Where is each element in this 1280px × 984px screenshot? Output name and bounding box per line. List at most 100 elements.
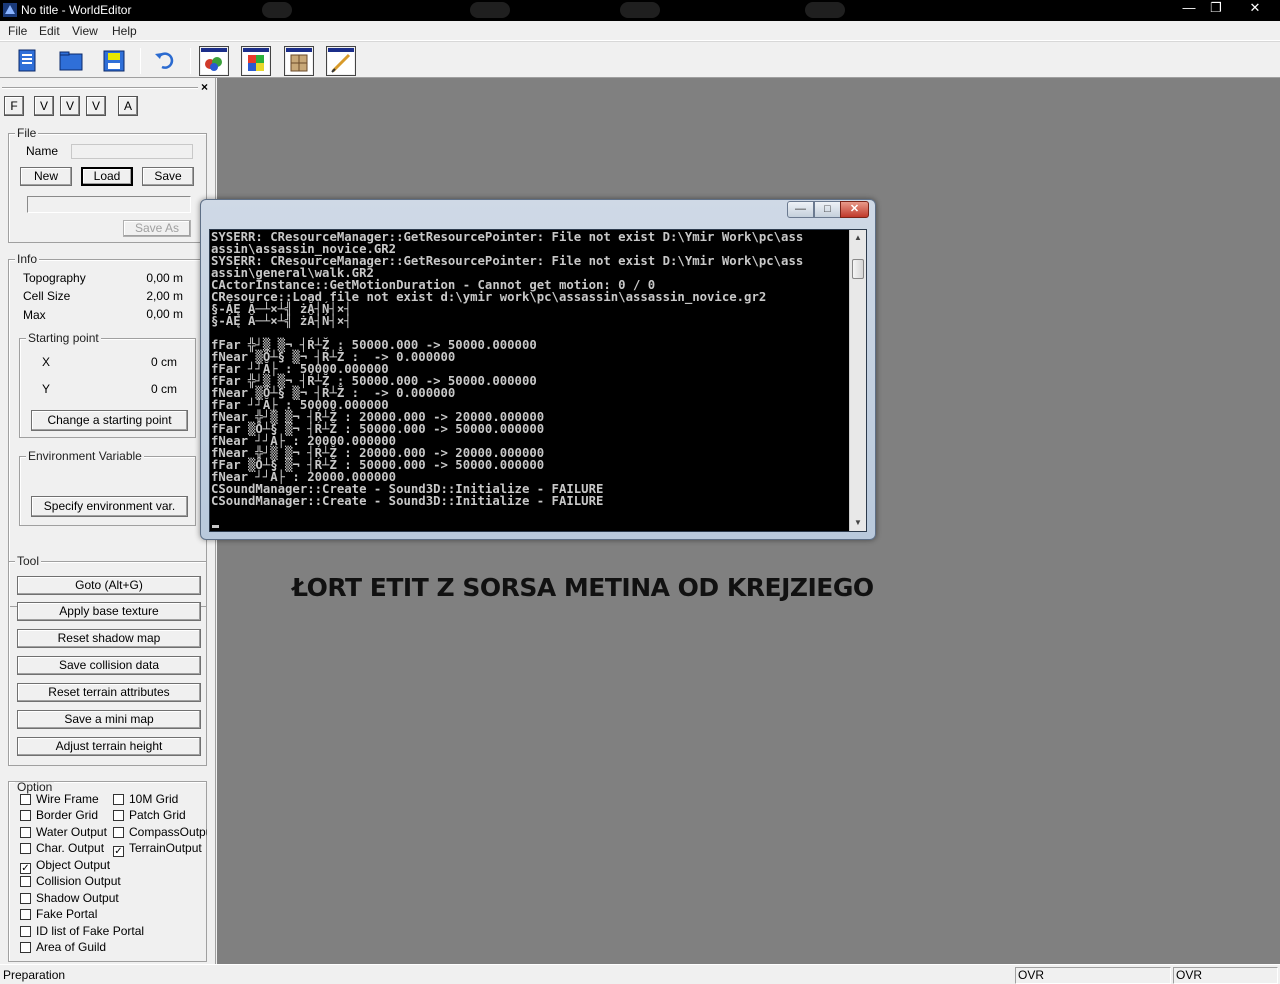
menu-help[interactable]: Help bbox=[112, 24, 137, 38]
restore-button[interactable]: ❐ bbox=[1203, 0, 1229, 18]
tool-group-title: Tool bbox=[15, 554, 42, 568]
mode-button-f[interactable]: F bbox=[4, 96, 24, 116]
fake-portal-checkbox[interactable]: Fake Portal bbox=[20, 907, 97, 921]
console-minimize-button[interactable]: — bbox=[787, 201, 814, 218]
reset-shadow-map-button[interactable]: Reset shadow map bbox=[17, 629, 201, 648]
console-window[interactable]: — □ ✕ SYSERR: CResourceManager::GetResou… bbox=[200, 199, 876, 540]
minimize-icon: — bbox=[1182, 0, 1196, 15]
char-output-checkbox[interactable]: Char. Output bbox=[20, 841, 104, 855]
save-collision-data-button[interactable]: Save collision data bbox=[17, 656, 201, 675]
area-of-guild-checkbox[interactable]: Area of Guild bbox=[20, 940, 106, 954]
status-pane-ovr-1: OVR bbox=[1015, 967, 1171, 984]
save-as-button[interactable]: Save As bbox=[123, 220, 191, 237]
save-disk-icon[interactable] bbox=[99, 46, 129, 76]
checkmark-icon: ✓ bbox=[113, 846, 124, 857]
status-pane-ovr-2: OVR bbox=[1173, 967, 1278, 984]
mode-button-v1[interactable]: V bbox=[34, 96, 54, 116]
checkbox-box bbox=[20, 876, 31, 887]
panel-gripper bbox=[2, 87, 198, 89]
console-output[interactable]: SYSERR: CResourceManager::GetResourcePoi… bbox=[209, 229, 867, 532]
restore-icon: ❐ bbox=[1210, 0, 1222, 15]
water-output-checkbox[interactable]: Water Output bbox=[20, 825, 107, 839]
console-maximize-button[interactable]: □ bbox=[814, 201, 841, 218]
scroll-down-icon[interactable]: ▼ bbox=[850, 515, 866, 531]
close-icon: ✕ bbox=[849, 203, 860, 215]
checkbox-box bbox=[20, 810, 31, 821]
scroll-thumb[interactable] bbox=[852, 259, 864, 279]
border-grid-checkbox[interactable]: Border Grid bbox=[20, 808, 98, 822]
console-close-button[interactable]: ✕ bbox=[840, 201, 869, 218]
menu-view[interactable]: View bbox=[72, 24, 98, 38]
adjust-terrain-height-button[interactable]: Adjust terrain height bbox=[17, 737, 201, 756]
topography-label: Topography bbox=[23, 271, 86, 285]
panel-close-icon[interactable]: × bbox=[201, 80, 208, 94]
new-button[interactable]: New bbox=[20, 167, 72, 186]
save-button[interactable]: Save bbox=[142, 167, 194, 186]
minimize-button[interactable]: — bbox=[1176, 0, 1202, 18]
new-document-icon[interactable] bbox=[12, 46, 42, 76]
fake-portal-id-list-checkbox[interactable]: ID list of Fake Portal bbox=[20, 924, 144, 938]
info-group-title: Info bbox=[15, 252, 40, 266]
app-icon bbox=[3, 3, 17, 17]
mode-button-v3[interactable]: V bbox=[86, 96, 106, 116]
mode-button-a[interactable]: A bbox=[118, 96, 138, 116]
name-label: Name bbox=[26, 144, 59, 158]
environment-variable-group: Environment Variable Specify environment… bbox=[19, 449, 196, 526]
apply-base-texture-button[interactable]: Apply base texture bbox=[17, 602, 201, 621]
save-mini-map-button[interactable]: Save a mini map bbox=[17, 710, 201, 729]
checkbox-box bbox=[20, 794, 31, 805]
start-x-value: 0 cm bbox=[150, 355, 177, 369]
patch-grid-checkbox[interactable]: Patch Grid bbox=[113, 808, 186, 822]
attribute-mode-icon[interactable] bbox=[284, 46, 314, 76]
environment-mode-icon[interactable] bbox=[326, 46, 356, 76]
titlebar-glow bbox=[620, 2, 660, 18]
10m-grid-checkbox[interactable]: 10M Grid bbox=[113, 792, 178, 806]
title-bar: No title - WorldEditor — ❐ ✕ bbox=[0, 0, 1280, 21]
shadow-output-checkbox[interactable]: Shadow Output bbox=[20, 891, 119, 905]
overlay-caption: ŁORT ETIT Z SORSA METINA OD KREJZIEGO bbox=[292, 573, 874, 602]
texture-mode-icon[interactable] bbox=[241, 46, 271, 76]
change-starting-point-button[interactable]: Change a starting point bbox=[31, 410, 188, 431]
status-bar: Preparation OVR OVR bbox=[0, 964, 1280, 984]
file-path-field[interactable] bbox=[27, 196, 191, 213]
close-icon: ✕ bbox=[1249, 0, 1261, 15]
checkbox-box bbox=[20, 942, 31, 953]
menu-file[interactable]: File bbox=[8, 24, 27, 38]
toolbar-separator bbox=[190, 48, 191, 74]
minimize-icon: — bbox=[795, 203, 806, 215]
menu-edit[interactable]: Edit bbox=[39, 24, 60, 38]
object-output-checkbox[interactable]: ✓ Object Output bbox=[20, 858, 110, 874]
status-text: Preparation bbox=[3, 968, 66, 982]
load-button[interactable]: Load bbox=[81, 167, 133, 186]
scroll-up-icon[interactable]: ▲ bbox=[850, 230, 866, 246]
toolbar bbox=[0, 41, 1280, 78]
undo-icon[interactable] bbox=[150, 46, 180, 76]
checkbox-box bbox=[20, 909, 31, 920]
reset-terrain-attributes-button[interactable]: Reset terrain attributes bbox=[17, 683, 201, 702]
specify-environment-button[interactable]: Specify environment var. bbox=[31, 496, 188, 517]
toolbar-separator bbox=[140, 48, 141, 74]
window-title: No title - WorldEditor bbox=[21, 3, 132, 17]
close-button[interactable]: ✕ bbox=[1240, 0, 1270, 18]
topography-value: 0,00 m bbox=[146, 271, 183, 285]
wire-frame-checkbox[interactable]: Wire Frame bbox=[20, 792, 99, 806]
compass-output-checkbox[interactable]: CompassOutput bbox=[113, 825, 207, 839]
name-field[interactable] bbox=[71, 144, 193, 159]
object-mode-icon[interactable] bbox=[199, 46, 229, 76]
cell-size-value: 2,00 m bbox=[146, 289, 183, 303]
start-y-label: Y bbox=[42, 382, 51, 396]
file-group: File Name New Load Save Save As bbox=[8, 126, 207, 243]
console-scrollbar[interactable]: ▲ ▼ bbox=[849, 230, 866, 531]
checkbox-box bbox=[20, 893, 31, 904]
open-folder-icon[interactable] bbox=[56, 46, 86, 76]
collision-output-checkbox[interactable]: Collision Output bbox=[20, 874, 121, 888]
console-cursor bbox=[212, 525, 219, 528]
option-checkboxes: Wire Frame Border Grid Water Output Char… bbox=[12, 792, 207, 962]
mode-button-v2[interactable]: V bbox=[60, 96, 80, 116]
start-x-label: X bbox=[42, 355, 51, 369]
terrain-output-checkbox[interactable]: ✓ TerrainOutput bbox=[113, 841, 202, 857]
checkbox-box bbox=[113, 810, 124, 821]
goto-button[interactable]: Goto (Alt+G) bbox=[17, 576, 201, 595]
max-label: Max bbox=[23, 308, 46, 322]
checkbox-box bbox=[113, 794, 124, 805]
